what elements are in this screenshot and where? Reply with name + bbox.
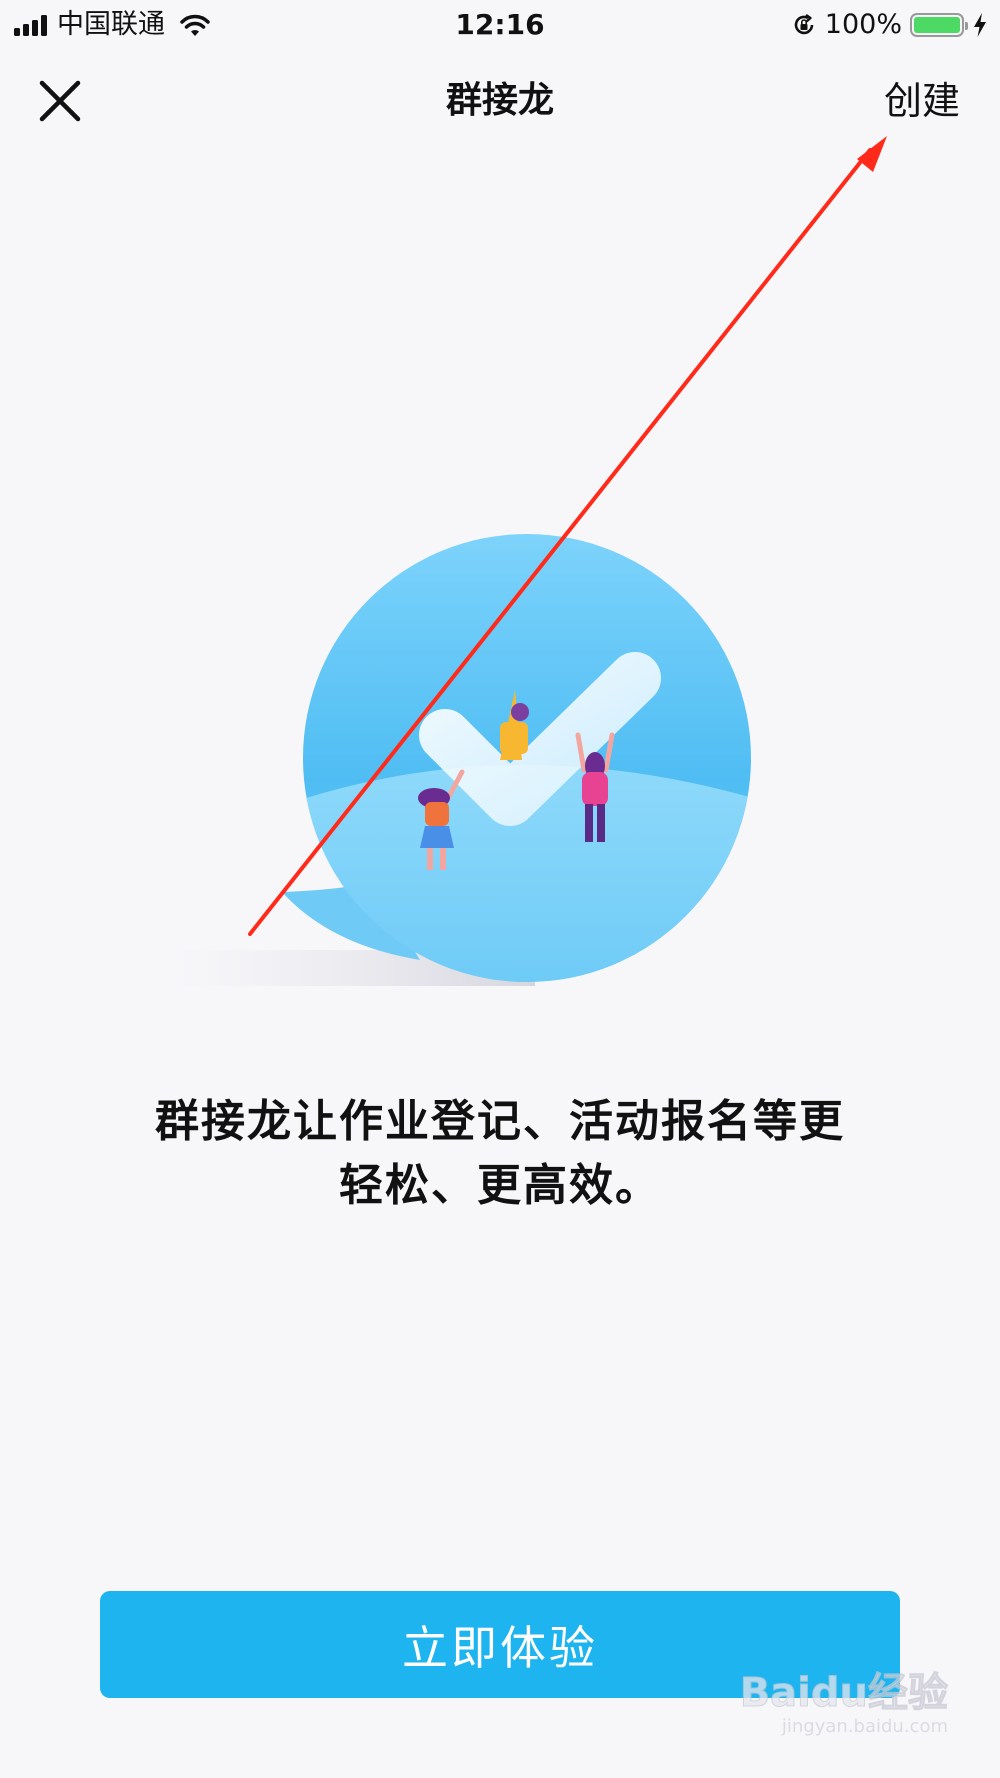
battery-percent: 100% [824, 9, 902, 40]
battery-level-fill [914, 17, 960, 33]
battery-icon [910, 13, 968, 37]
headline-line-2: 轻松、更高效。 [339, 1160, 661, 1211]
headline-line-1: 群接龙让作业登记、活动报名等更 [155, 1096, 845, 1147]
bubble-shadow [175, 950, 535, 986]
orientation-lock-icon [794, 14, 814, 35]
feature-description: 群接龙让作业登记、活动报名等更 轻松、更高效。 [100, 1090, 900, 1218]
create-button[interactable]: 创建 [884, 76, 960, 126]
watermark-url: jingyan.baidu.com [781, 1716, 948, 1737]
status-right: 100% [791, 8, 988, 42]
person-yellow [500, 690, 529, 760]
person-orange [418, 769, 465, 870]
person-pink [575, 732, 615, 842]
hero-illustration [175, 534, 751, 986]
charging-bolt-icon [974, 13, 986, 37]
try-now-button[interactable]: 立即体验 [100, 1591, 900, 1698]
speech-bubble [282, 534, 751, 982]
check-mark-icon [419, 652, 661, 826]
navigation-bar: 群接龙 创建 [0, 50, 1000, 150]
annotation-arrow [248, 136, 887, 936]
page-title: 群接龙 [445, 80, 554, 121]
status-bar: 中国联通 12:16 100% [0, 0, 1000, 50]
